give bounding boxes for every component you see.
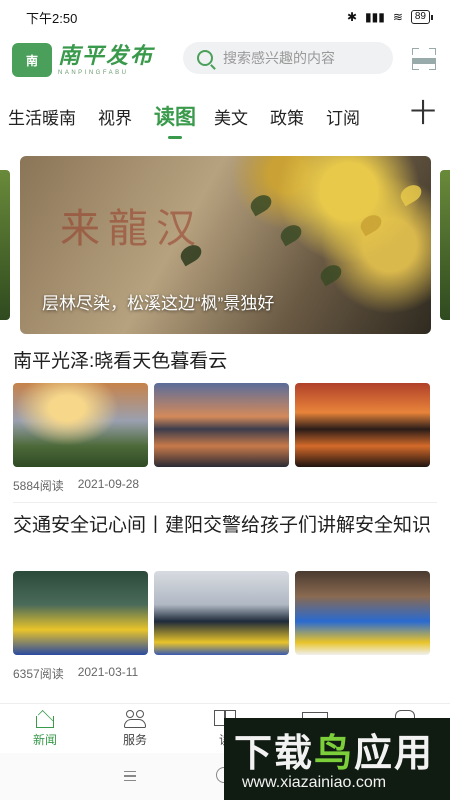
news-meta: 6357阅读 2021-03-11 (13, 665, 138, 682)
watermark-overlay: 下载鸟应用 www.xiazainiao.com (224, 718, 450, 800)
news-meta: 5884阅读 2021-09-28 (13, 477, 139, 494)
news-thumbnails (13, 383, 430, 467)
category-tabs: 生活暖南 视界 读图 美文 政策 订阅 十 (0, 96, 450, 136)
logo-badge-text: 南 (25, 53, 38, 68)
tab-shenghuo-nuannan[interactable]: 生活暖南 (8, 104, 76, 129)
nav-label-services: 服务 (122, 733, 147, 747)
nav-label-news: 新闻 (32, 733, 57, 747)
news-thumbnail (154, 383, 289, 467)
news-item[interactable]: 交通安全记心间丨建阳交警给孩子们讲解安全知识 6357阅读 2021-03-11 (0, 512, 450, 692)
status-time: 下午2:50 (26, 10, 78, 26)
tab-shijie[interactable]: 视界 (98, 104, 132, 129)
tab-meiwen[interactable]: 美文 (214, 104, 248, 129)
news-thumbnail (154, 571, 289, 655)
watermark-title: 下载鸟应用 (234, 722, 434, 777)
tab-zhengce[interactable]: 政策 (270, 104, 304, 129)
nav-item-news[interactable]: 新闻 (0, 704, 90, 753)
news-title: 南平光泽:晓看天色暮看云 (13, 351, 228, 372)
news-views: 6357阅读 (13, 667, 64, 681)
people-icon (124, 708, 146, 728)
carousel-prev-peek[interactable] (0, 170, 10, 320)
banner-caption: 层林尽染，松溪这边“枫”景独好 (42, 294, 275, 313)
nav-item-services[interactable]: 服务 (90, 704, 180, 753)
tab-dutu[interactable]: 读图 (154, 101, 196, 131)
news-date: 2021-03-11 (77, 665, 139, 679)
wifi-icon: ≋ (392, 10, 403, 24)
app-logo-text: 南平发布 NANPINGFABU (58, 44, 154, 76)
news-item[interactable]: 南平光泽:晓看天色暮看云 5884阅读 2021-09-28 (0, 346, 450, 496)
status-bar: 下午2:50 ✱ ▮▮▮ ≋ 89 (0, 0, 450, 34)
search-placeholder: 搜索感兴趣的内容 (223, 50, 335, 66)
news-views: 5884阅读 (13, 479, 64, 493)
app-header: 南 南平发布 NANPINGFABU 搜索感兴趣的内容 (0, 38, 450, 82)
search-icon (197, 50, 213, 66)
logo-title: 南平发布 (58, 43, 155, 69)
banner-slide[interactable]: 来龍汉 层林尽染，松溪这边“枫”景独好 (20, 156, 431, 334)
app-logo-icon: 南 (12, 43, 52, 77)
signal-icon: ▮▮▮ (365, 10, 385, 24)
bluetooth-icon: ✱ (346, 10, 357, 24)
news-date: 2021-09-28 (77, 477, 140, 491)
status-icons: ✱ ▮▮▮ ≋ 89 (346, 10, 434, 24)
watermark-title-part1: 下载 (234, 733, 315, 775)
news-divider (13, 502, 437, 503)
banner-carousel: 来龍汉 层林尽染，松溪这边“枫”景独好 (0, 156, 450, 334)
news-thumbnail (13, 383, 148, 467)
news-thumbnail (295, 571, 430, 655)
news-thumbnail (13, 571, 148, 655)
scan-icon[interactable] (412, 48, 436, 70)
watermark-title-part3: 应用 (354, 733, 435, 775)
news-thumbnails (13, 571, 430, 655)
news-title: 交通安全记心间丨建阳交警给孩子们讲解安全知识 (13, 515, 432, 536)
battery-icon: 89 (410, 10, 434, 24)
watermark-title-part2: 鸟 (314, 733, 355, 775)
tab-dingyue[interactable]: 订阅 (326, 104, 360, 129)
carousel-next-peek[interactable] (440, 170, 450, 320)
home-icon (34, 708, 56, 728)
watermark-url: www.xiazainiao.com (242, 774, 387, 791)
news-thumbnail (295, 383, 430, 467)
menu-icon[interactable] (124, 771, 136, 781)
search-input[interactable]: 搜索感兴趣的内容 (183, 42, 393, 74)
logo-subtitle: NANPINGFABU (58, 70, 129, 76)
banner-stone-inscription: 来龍汉 (60, 206, 204, 252)
add-tab-icon[interactable]: 十 (410, 96, 436, 130)
